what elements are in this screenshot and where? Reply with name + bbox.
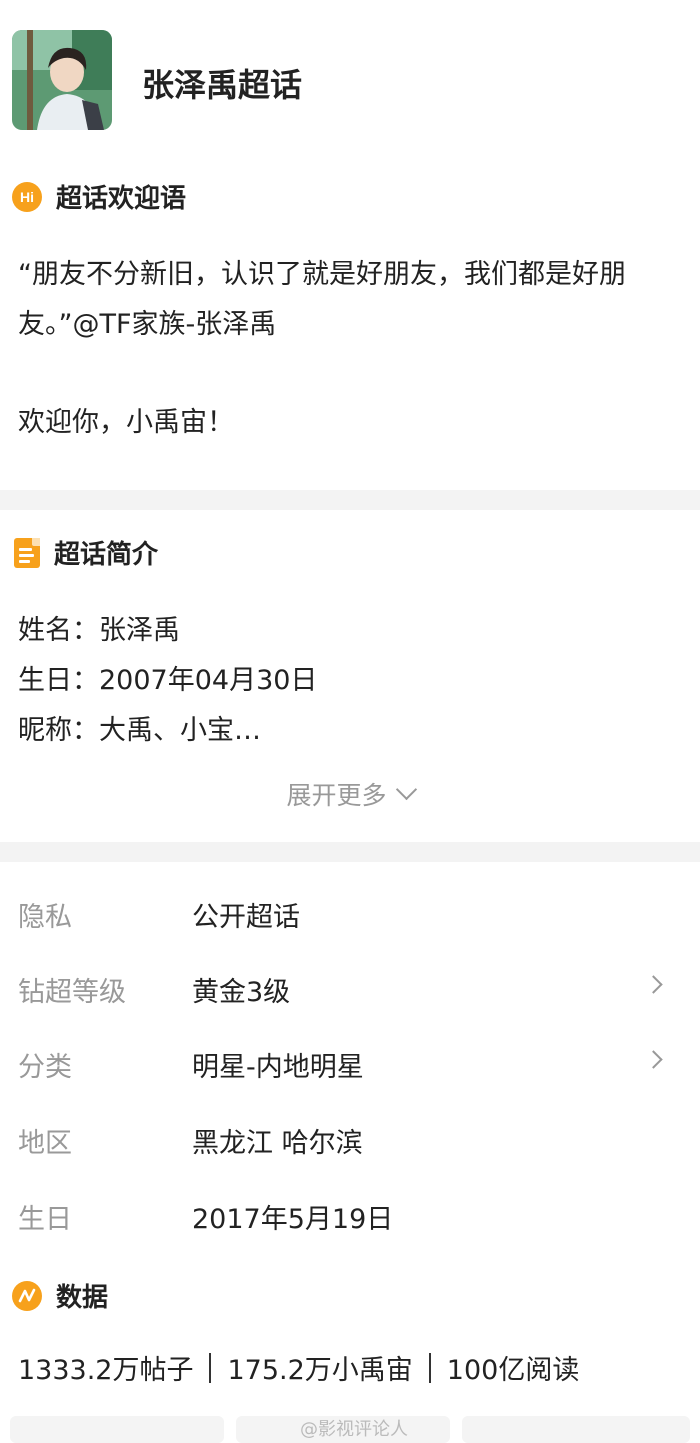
intro-section-header: 超话简介 (0, 534, 158, 571)
welcome-section-title: 超话欢迎语 (56, 184, 187, 214)
document-icon (14, 537, 40, 568)
info-row-level[interactable]: 钻超等级 黄金3级 (0, 970, 700, 1010)
welcome-section-header: Hi 超话欢迎语 (0, 178, 186, 215)
info-value: 黑龙江 哈尔滨 (192, 1128, 363, 1159)
header: 张泽禹超话 (0, 0, 700, 150)
watermark: @影视评论人 (300, 1419, 408, 1440)
info-label: 钻超等级 (18, 977, 126, 1008)
stats-row: 1333.2万帖子 175.2万小禹宙 100亿阅读 (18, 1348, 579, 1387)
intro-nickname: 昵称：大禹、小宝… (18, 715, 261, 746)
stat-separator (209, 1352, 212, 1383)
welcome-greeting: 欢迎你，小禹宙！ (18, 407, 234, 438)
info-value: 黄金3级 (192, 977, 291, 1008)
data-icon (12, 1280, 42, 1311)
stat-reads: 100亿阅读 (446, 1355, 580, 1386)
hi-icon: Hi (12, 181, 42, 212)
expand-more-label: 展开更多 (286, 781, 387, 810)
stat-members: 175.2万小禹宙 (227, 1355, 413, 1386)
info-label: 地区 (18, 1128, 72, 1159)
info-label: 分类 (18, 1052, 72, 1083)
intro-birthday: 生日：2007年04月30日 (18, 665, 318, 696)
info-label: 生日 (18, 1204, 72, 1235)
stat-posts: 1333.2万帖子 (18, 1355, 194, 1386)
chevron-right-icon (644, 1050, 663, 1069)
data-section-header: 数据 (0, 1277, 108, 1314)
info-row-privacy: 隐私 公开超话 (0, 895, 700, 935)
section-divider (0, 842, 700, 862)
bottom-card[interactable] (10, 1416, 224, 1443)
info-row-region: 地区 黑龙江 哈尔滨 (0, 1121, 700, 1161)
info-value: 2017年5月19日 (192, 1204, 394, 1235)
chevron-down-icon (395, 778, 417, 801)
info-row-birthday: 生日 2017年5月19日 (0, 1197, 700, 1237)
section-divider (0, 490, 700, 510)
info-label: 隐私 (18, 902, 72, 933)
info-value: 公开超话 (192, 902, 300, 933)
intro-name: 姓名：张泽禹 (18, 615, 180, 646)
page-title: 张泽禹超话 (142, 66, 303, 104)
info-row-category[interactable]: 分类 明星-内地明星 (0, 1045, 700, 1085)
stat-separator (428, 1352, 431, 1383)
avatar[interactable] (12, 30, 112, 130)
chevron-right-icon (644, 975, 663, 994)
expand-more-button[interactable]: 展开更多 (0, 776, 700, 812)
data-section-title: 数据 (56, 1283, 109, 1313)
welcome-quote: “朋友不分新旧，认识了就是好朋友，我们都是好朋友。”@TF家族-张泽禹 (18, 259, 626, 340)
intro-section-title: 超话简介 (54, 540, 159, 570)
bottom-card[interactable] (462, 1416, 690, 1443)
info-value: 明星-内地明星 (192, 1052, 364, 1083)
